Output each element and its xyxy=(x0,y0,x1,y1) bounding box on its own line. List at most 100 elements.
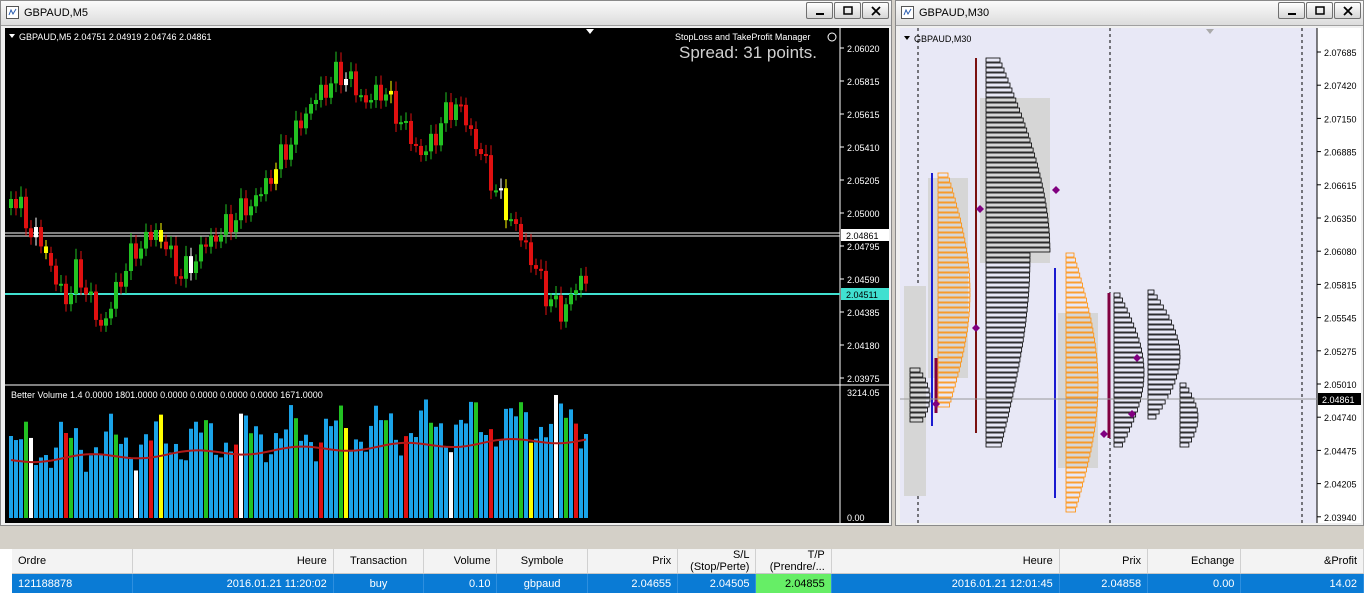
column-header[interactable]: S/L (Stop/Perte) xyxy=(677,549,757,574)
volume-bar xyxy=(444,447,448,518)
table-cell: 0.00 xyxy=(1147,573,1242,593)
column-header[interactable]: Heure xyxy=(132,549,334,574)
candle-body xyxy=(579,275,583,291)
candle-body xyxy=(474,128,478,150)
chart-window-icon xyxy=(6,6,19,19)
column-header[interactable]: Symbole xyxy=(496,549,588,574)
column-header[interactable]: &Profit xyxy=(1240,549,1364,574)
chart-window-gbpaud-m30[interactable]: GBPAUD,M30 GBPAUD,M30 2.07685 2.07420 2.071… xyxy=(895,0,1364,526)
price-tick-label: 2.04795 xyxy=(847,242,880,252)
volume-bar xyxy=(184,460,188,518)
close-button[interactable] xyxy=(1334,2,1361,19)
candle-body xyxy=(109,308,113,319)
minimize-button[interactable] xyxy=(1278,2,1305,19)
window-titlebar[interactable]: GBPAUD,M30 xyxy=(896,1,1363,26)
volume-bar xyxy=(349,450,353,518)
volume-bar xyxy=(249,433,253,518)
volume-bar xyxy=(174,443,178,518)
candle-body xyxy=(539,268,543,271)
candle-body xyxy=(384,94,388,101)
candle-body xyxy=(339,61,343,86)
candle-body xyxy=(449,102,453,120)
volume-bar xyxy=(569,409,573,518)
volume-bar xyxy=(39,457,43,518)
table-row[interactable]: 121188878 2016.01.21 11:20:02 buy 0.10 gbpau… xyxy=(12,573,1364,593)
window-titlebar[interactable]: GBPAUD,M5 xyxy=(1,1,891,26)
candle-body xyxy=(329,83,333,98)
column-header[interactable]: Prix xyxy=(587,549,679,574)
price-tick-label: 2.06350 xyxy=(1324,214,1357,224)
column-header[interactable]: Ordre xyxy=(12,549,133,574)
volume-bar xyxy=(139,444,143,518)
candle-body xyxy=(189,256,193,274)
table-cell: 2.04505 xyxy=(677,573,757,593)
candle-body xyxy=(254,195,258,207)
volume-bar xyxy=(384,420,388,518)
chart-window-gbpaud-m5[interactable]: GBPAUD,M5 GBPAUD,M5 2.04751 2.04919 2.04… xyxy=(0,0,892,526)
volume-bar xyxy=(254,426,258,518)
volume-bar xyxy=(389,413,393,518)
volume-bar xyxy=(559,403,563,518)
column-header[interactable]: Prix xyxy=(1059,549,1149,574)
maximize-button[interactable] xyxy=(834,2,861,19)
volume-bar xyxy=(204,420,208,518)
candle-body xyxy=(519,223,523,241)
volume-bar xyxy=(239,413,243,518)
candle-body xyxy=(14,199,18,209)
candle-body xyxy=(54,265,58,285)
volume-bar xyxy=(374,405,378,518)
candle-body xyxy=(424,151,428,156)
candle-body xyxy=(89,291,93,295)
candle-body xyxy=(344,79,348,86)
candle-body xyxy=(289,144,293,160)
column-header[interactable]: Volume xyxy=(423,549,498,574)
candle-body xyxy=(139,248,143,259)
price-tick-label: 2.04180 xyxy=(847,341,880,351)
table-header-row: Ordre Heure Transaction Volume Symbole Prix S/… xyxy=(12,549,1364,574)
candle-body xyxy=(239,198,243,221)
candle-body xyxy=(204,244,208,247)
shift-marker-icon xyxy=(586,29,594,34)
column-header[interactable]: Echange xyxy=(1147,549,1242,574)
maximize-button[interactable] xyxy=(1306,2,1333,19)
market-profile-chart-m30[interactable]: GBPAUD,M30 2.07685 2.07420 2.07150 2.06885 2.… xyxy=(900,28,1361,523)
candle-body xyxy=(99,319,103,326)
candle-body xyxy=(274,169,278,184)
volume-bar xyxy=(189,428,193,518)
candle-body xyxy=(434,133,438,146)
candle-body xyxy=(114,281,118,309)
volume-bar xyxy=(264,462,268,518)
price-tick-label: 2.07420 xyxy=(1324,81,1357,91)
table-cell: 2016.01.21 11:20:02 xyxy=(132,573,334,593)
candle-body xyxy=(569,294,573,305)
column-header[interactable]: Transaction xyxy=(333,549,425,574)
price-tick-label: 2.05205 xyxy=(847,176,880,186)
price-chart-m5[interactable]: GBPAUD,M5 2.04751 2.04919 2.04746 2.0486… xyxy=(5,28,889,523)
candle-body xyxy=(544,270,548,307)
volume-bar xyxy=(409,433,413,518)
price-tick-label: 2.03940 xyxy=(1324,513,1357,523)
volume-bar xyxy=(244,415,248,518)
table-cell: 14.02 xyxy=(1240,573,1364,593)
volume-bar xyxy=(394,439,398,518)
close-button[interactable] xyxy=(862,2,889,19)
volume-bar xyxy=(24,421,28,518)
volume-bar xyxy=(434,426,438,518)
candle-body xyxy=(359,95,363,98)
candle-body xyxy=(294,120,298,145)
volume-bar xyxy=(449,452,453,518)
table-cell: 2016.01.21 12:01:45 xyxy=(831,573,1060,593)
price-tick-label: 2.05545 xyxy=(1324,314,1357,324)
price-label: 2.04861 xyxy=(1322,395,1355,405)
volume-bar xyxy=(69,437,73,518)
candle-body xyxy=(554,295,558,300)
price-tick-label: 2.04385 xyxy=(847,308,880,318)
column-header[interactable]: T/P (Prendre/... xyxy=(755,549,832,574)
price-tick-label: 2.05000 xyxy=(847,209,880,219)
price-tick-label: 2.05615 xyxy=(847,110,880,120)
column-header[interactable]: Heure xyxy=(831,549,1060,574)
minimize-button[interactable] xyxy=(806,2,833,19)
candle-body xyxy=(499,188,503,191)
candle-body xyxy=(224,214,228,235)
candle-body xyxy=(494,190,498,193)
